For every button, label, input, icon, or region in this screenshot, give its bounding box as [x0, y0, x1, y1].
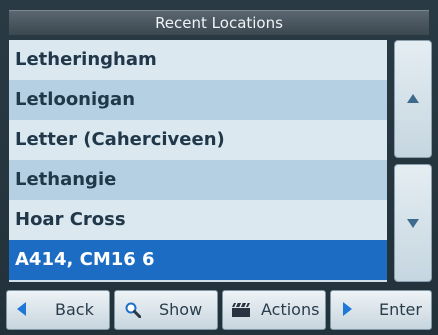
list-item[interactable]: Letter (Caherciveen): [9, 120, 387, 160]
bottom-toolbar: Back Show Actions Enter: [6, 290, 432, 330]
scroll-up-button[interactable]: [394, 40, 432, 158]
back-button-label: Back: [55, 300, 94, 319]
actions-button-label: Actions: [261, 300, 320, 319]
enter-button-label: Enter: [379, 300, 422, 319]
list-item[interactable]: Letheringham: [9, 40, 387, 80]
show-button-label: Show: [159, 300, 203, 319]
recent-locations-screen: Recent Locations Letheringham Letlooniga…: [0, 0, 438, 335]
enter-button[interactable]: Enter: [330, 290, 432, 330]
location-list: Letheringham Letloonigan Letter (Caherci…: [9, 40, 387, 282]
clapperboard-icon: [232, 302, 250, 317]
magnifier-icon: [125, 302, 141, 318]
show-button[interactable]: Show: [114, 290, 218, 330]
chevron-left-icon: [17, 302, 26, 316]
list-item-selected[interactable]: A414, CM16 6: [9, 240, 387, 280]
list-item[interactable]: Lethangie: [9, 160, 387, 200]
list-item[interactable]: Letloonigan: [9, 80, 387, 120]
page-title: Recent Locations: [9, 10, 429, 35]
arrow-down-icon: [407, 219, 419, 228]
list-item[interactable]: Hoar Cross: [9, 200, 387, 240]
scroll-down-button[interactable]: [394, 164, 432, 282]
arrow-up-icon: [407, 94, 419, 103]
back-button[interactable]: Back: [6, 290, 110, 330]
actions-button[interactable]: Actions: [222, 290, 326, 330]
chevron-right-icon: [343, 302, 352, 316]
